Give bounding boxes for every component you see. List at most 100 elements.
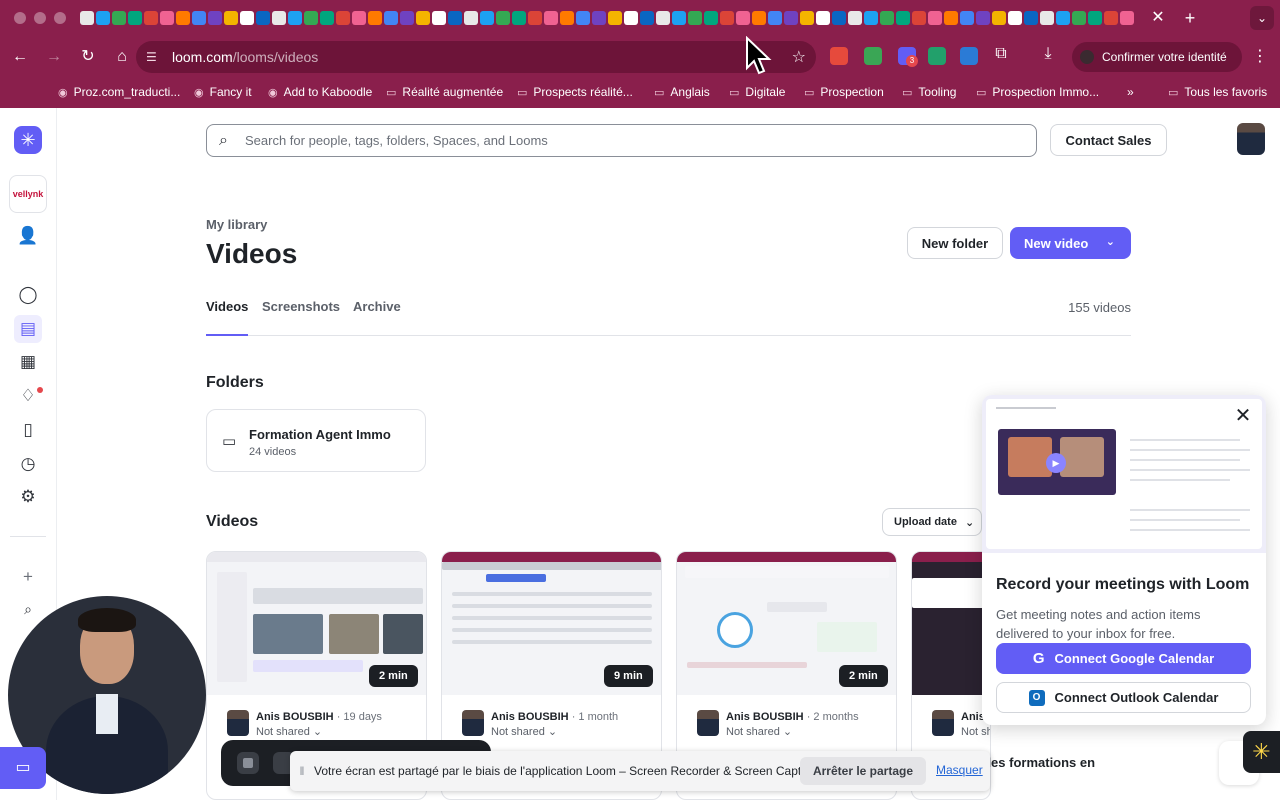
pinned-tab-favicon[interactable] <box>1040 11 1054 25</box>
bookmark-item[interactable]: ▭ Réalité augmentée <box>386 85 503 99</box>
pinned-tab-favicon[interactable] <box>224 11 238 25</box>
pinned-tab-favicon[interactable] <box>256 11 270 25</box>
sharing-status-dropdown[interactable]: Not shared ⌄ <box>256 725 322 738</box>
camera-toggle-icon[interactable]: ▭ <box>0 747 46 789</box>
browser-menu-icon[interactable]: ⋮ <box>1252 46 1268 66</box>
new-folder-button[interactable]: New folder <box>907 227 1003 259</box>
user-avatar[interactable] <box>1237 123 1265 155</box>
pinned-tab-favicon[interactable] <box>1072 11 1086 25</box>
settings-gear-icon[interactable]: ⚙ <box>14 483 42 511</box>
extension-loom-icon[interactable]: 3 <box>898 47 918 67</box>
sharing-status-dropdown[interactable]: Not shared ⌄ <box>961 725 990 738</box>
new-tab-button[interactable]: + <box>1180 8 1200 28</box>
pinned-tab-favicon[interactable] <box>464 11 478 25</box>
pinned-tab-favicon[interactable] <box>416 11 430 25</box>
pinned-tab-favicon[interactable] <box>832 11 846 25</box>
all-bookmarks-folder[interactable]: ▭ Tous les favoris <box>1168 85 1267 99</box>
extensions-puzzle-icon[interactable]: ⧉ <box>991 45 1011 63</box>
bookmarks-overflow-button[interactable]: » <box>1127 85 1134 99</box>
drag-handle-icon[interactable]: ‖ <box>290 764 314 778</box>
bookmark-item[interactable]: ◉ Proz.com_traducti... <box>58 85 180 99</box>
address-bar[interactable]: ☰ loom.com/looms/videos ☆ <box>136 41 816 73</box>
pinned-tab-favicon[interactable] <box>992 11 1006 25</box>
pinned-tab-favicon[interactable] <box>704 11 718 25</box>
window-close-control[interactable] <box>14 12 26 24</box>
tab-close-icon[interactable]: ✕ <box>1148 8 1168 28</box>
pinned-tab-favicon[interactable] <box>672 11 686 25</box>
pinned-tab-favicon[interactable] <box>640 11 654 25</box>
pinned-tab-favicon[interactable] <box>896 11 910 25</box>
extension-z-icon[interactable] <box>864 47 882 65</box>
calendar-icon[interactable]: ▦ <box>14 348 42 376</box>
pinned-tab-favicon[interactable] <box>304 11 318 25</box>
profile-identity-button[interactable]: Confirmer votre identité <box>1072 42 1242 72</box>
pinned-tab-favicon[interactable] <box>496 11 510 25</box>
pinned-tab-favicon[interactable] <box>1024 11 1038 25</box>
loom-logo-icon[interactable]: ✳ <box>14 126 42 154</box>
pinned-tab-favicon[interactable] <box>528 11 542 25</box>
pinned-tab-favicon[interactable] <box>400 11 414 25</box>
bookmark-item[interactable]: ▭ Tooling <box>902 85 956 99</box>
pinned-tab-favicon[interactable] <box>848 11 862 25</box>
pinned-tab-favicon[interactable] <box>544 11 558 25</box>
pinned-tab-favicon[interactable] <box>816 11 830 25</box>
video-thumbnail[interactable] <box>912 552 990 695</box>
global-search-bar[interactable]: ⌕ <box>206 124 1037 157</box>
extension-s-icon[interactable] <box>960 47 978 65</box>
bookmark-item[interactable]: ▭ Prospection <box>804 85 884 99</box>
pinned-tab-favicon[interactable] <box>912 11 926 25</box>
forward-arrow-icon[interactable]: → <box>38 41 70 73</box>
bookmark-item[interactable]: ▭ Anglais <box>654 85 710 99</box>
sharing-status-dropdown[interactable]: Not shared ⌄ <box>491 725 557 738</box>
bookmark-item[interactable]: ◉ Add to Kaboodle <box>268 85 372 99</box>
sort-dropdown[interactable]: Upload date ⌄ <box>882 508 982 536</box>
connect-outlook-calendar-button[interactable]: O Connect Outlook Calendar <box>996 682 1251 713</box>
pinned-tab-favicon[interactable] <box>1056 11 1070 25</box>
tab-screenshots[interactable]: Screenshots <box>262 299 340 336</box>
workspace-avatar[interactable]: vellynk <box>9 175 47 213</box>
close-icon[interactable]: ✕ <box>1232 405 1254 427</box>
pinned-tab-favicon[interactable] <box>176 11 190 25</box>
sparkle-widget-icon[interactable]: ✳ <box>1243 731 1280 773</box>
hide-link[interactable]: Masquer <box>936 763 983 777</box>
pinned-tab-favicon[interactable] <box>960 11 974 25</box>
pinned-tab-favicon[interactable] <box>1120 11 1134 25</box>
back-arrow-icon[interactable]: ← <box>4 41 36 73</box>
connect-google-calendar-button[interactable]: G Connect Google Calendar <box>996 643 1251 674</box>
pinned-tab-favicon[interactable] <box>1008 11 1022 25</box>
pinned-tab-favicon[interactable] <box>272 11 286 25</box>
pinned-tab-favicon[interactable] <box>592 11 606 25</box>
pinned-tab-favicon[interactable] <box>576 11 590 25</box>
pinned-tab-favicon[interactable] <box>688 11 702 25</box>
bookmark-item[interactable]: ▭ Digitale <box>729 85 785 99</box>
notifications-bell-icon[interactable]: ♢ <box>14 382 42 410</box>
stop-recording-button[interactable] <box>237 752 259 774</box>
pinned-tab-favicon[interactable] <box>192 11 206 25</box>
download-icon[interactable]: ⤓ <box>1038 45 1058 63</box>
window-minimize-control[interactable] <box>34 12 46 24</box>
pinned-tab-favicon[interactable] <box>112 11 126 25</box>
folder-card[interactable]: ▭ Formation Agent Immo 24 videos <box>206 409 426 472</box>
bookmark-item[interactable]: ▭ Prospection Immo... <box>976 85 1099 99</box>
bookmark-item[interactable]: ▭ Prospects réalité... <box>517 85 633 99</box>
pinned-tab-favicon[interactable] <box>352 11 366 25</box>
pinned-tab-favicon[interactable] <box>144 11 158 25</box>
extension-green-icon[interactable] <box>928 47 946 65</box>
contact-sales-button[interactable]: Contact Sales <box>1050 124 1167 156</box>
pinned-tab-favicon[interactable] <box>800 11 814 25</box>
bookmark-star-icon[interactable]: ☆ <box>792 47 806 67</box>
pinned-tab-favicon[interactable] <box>480 11 494 25</box>
pinned-tab-favicon[interactable] <box>320 11 334 25</box>
pinned-tab-favicon[interactable] <box>96 11 110 25</box>
pinned-tab-favicon[interactable] <box>240 11 254 25</box>
pinned-tab-favicon[interactable] <box>720 11 734 25</box>
pinned-tab-favicon[interactable] <box>1088 11 1102 25</box>
history-clock-icon[interactable]: ◷ <box>14 450 42 478</box>
pinned-tab-favicon[interactable] <box>560 11 574 25</box>
extension-pdf-icon[interactable] <box>830 47 848 65</box>
pinned-tab-favicon[interactable] <box>336 11 350 25</box>
pinned-tabs-favicons[interactable] <box>80 10 1142 26</box>
tab-archive[interactable]: Archive <box>353 299 401 336</box>
pinned-tab-favicon[interactable] <box>656 11 670 25</box>
new-video-button[interactable]: New video ⌄ <box>1010 227 1131 259</box>
